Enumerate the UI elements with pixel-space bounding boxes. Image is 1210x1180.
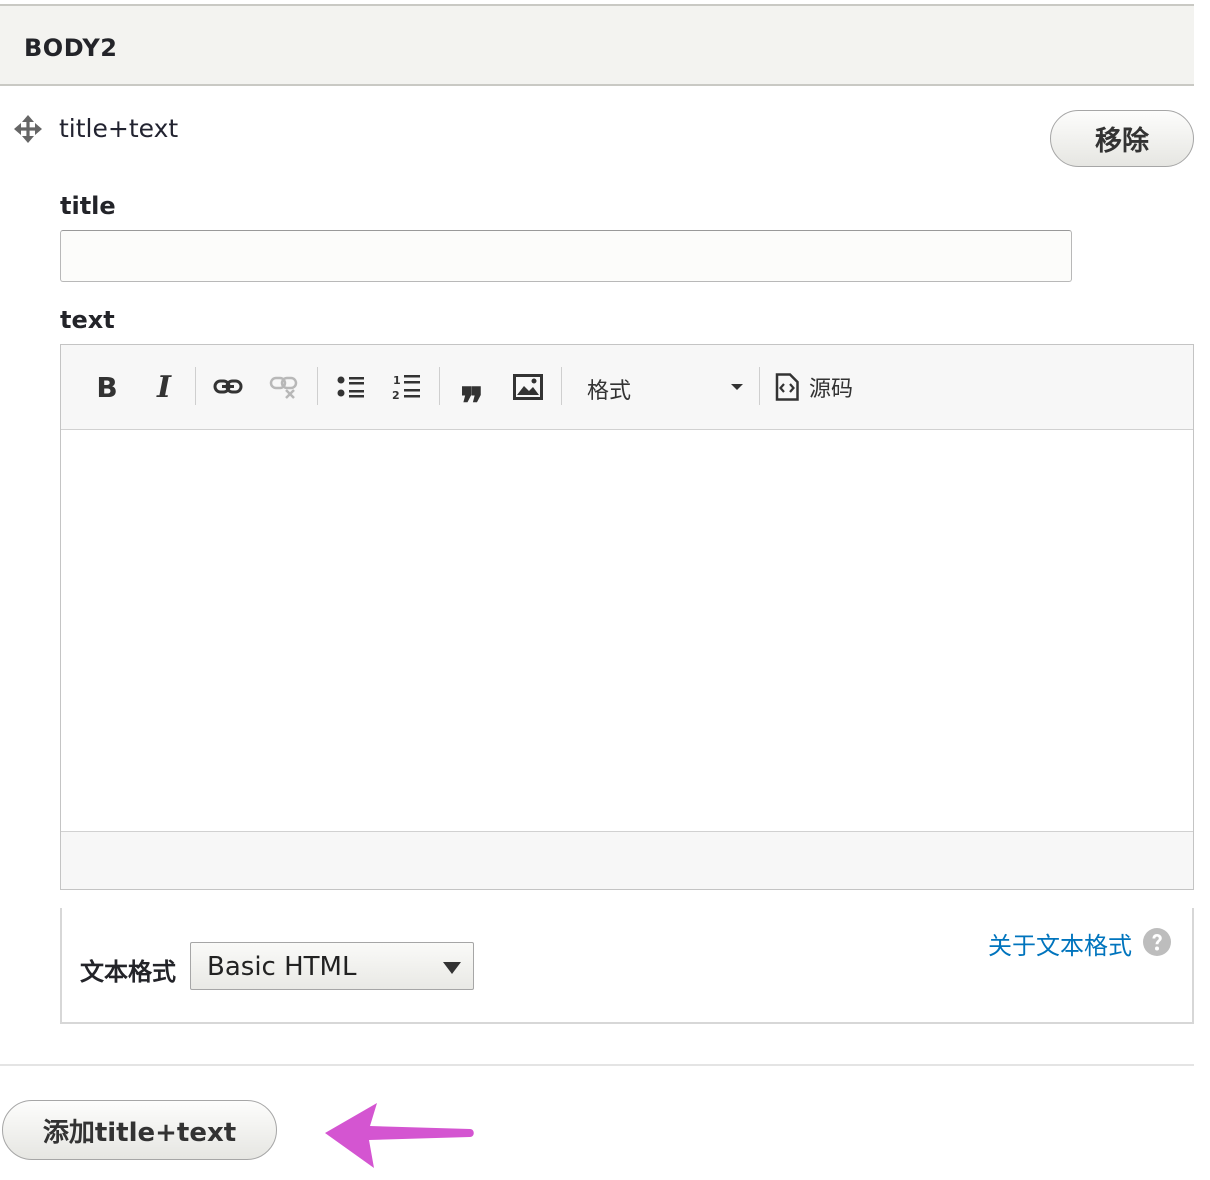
divider xyxy=(0,1064,1194,1066)
text-format-select[interactable]: Basic HTML xyxy=(190,942,474,990)
rich-text-editor: B I 1 2 ❞ 格式 源码 xyxy=(60,344,1194,890)
text-field-label: text xyxy=(60,306,115,334)
format-dropdown[interactable]: 格式 xyxy=(573,367,743,407)
text-format-selected: Basic HTML xyxy=(207,952,357,982)
svg-text:2: 2 xyxy=(392,389,400,402)
remove-button[interactable]: 移除 xyxy=(1050,110,1194,167)
text-format-label: 文本格式 xyxy=(80,958,176,986)
editor-content-area[interactable] xyxy=(61,430,1193,831)
toolbar-separator xyxy=(759,367,760,405)
drag-handle-icon[interactable] xyxy=(13,114,43,144)
svg-text:1: 1 xyxy=(393,374,401,387)
chevron-down-icon xyxy=(731,384,743,390)
toolbar-separator xyxy=(317,367,318,405)
pointer-arrow-icon xyxy=(325,1103,474,1168)
text-format-wrapper: 文本格式 Basic HTML 关于文本格式 xyxy=(60,908,1194,1024)
unlink-icon[interactable] xyxy=(265,368,303,406)
source-button-label: 源码 xyxy=(809,377,854,402)
title-input[interactable] xyxy=(60,230,1072,282)
paragraph-type-label: title+text xyxy=(59,114,179,143)
source-icon xyxy=(775,373,799,401)
bold-icon[interactable]: B xyxy=(88,368,126,406)
dropdown-arrow-icon xyxy=(443,962,461,974)
format-dropdown-label: 格式 xyxy=(587,379,632,404)
editor-toolbar: B I 1 2 ❞ 格式 源码 xyxy=(61,345,1193,430)
title-field-label: title xyxy=(60,192,116,220)
toolbar-separator xyxy=(195,367,196,405)
toolbar-separator xyxy=(439,367,440,405)
toolbar-separator xyxy=(561,367,562,405)
editor-status-bar xyxy=(61,831,1193,889)
fieldset-title: BODY2 xyxy=(24,34,118,62)
blockquote-icon[interactable]: ❞ xyxy=(453,368,491,427)
add-title-text-button[interactable]: 添加title+text xyxy=(2,1100,277,1160)
image-icon[interactable] xyxy=(509,368,547,406)
italic-icon[interactable]: I xyxy=(145,368,183,406)
source-button[interactable]: 源码 xyxy=(775,367,853,407)
bulleted-list-icon[interactable] xyxy=(332,368,370,406)
help-icon[interactable] xyxy=(1142,927,1172,957)
link-icon[interactable] xyxy=(209,368,247,406)
numbered-list-icon[interactable]: 12 xyxy=(388,368,426,406)
fieldset-header: BODY2 xyxy=(0,4,1194,86)
about-text-formats-link[interactable]: 关于文本格式 xyxy=(988,926,1132,961)
